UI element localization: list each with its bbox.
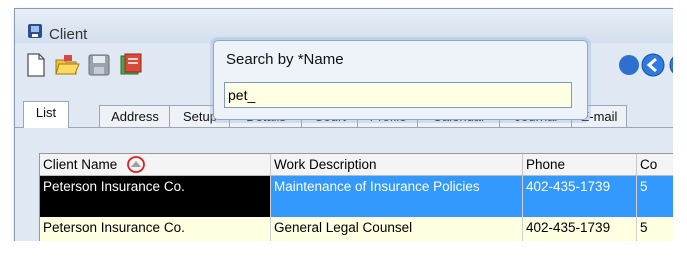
client-grid: Client Name Work Description Phone Co Pe… [39,153,677,245]
window-title: Client [49,26,88,43]
column-header-work-description[interactable]: Work Description [271,154,523,175]
table-row[interactable]: Peterson Insurance Co. Maintenance of In… [40,176,677,217]
cell-phone: 402-435-1739 [523,176,637,217]
cell-client-name: Peterson Insurance Co. [40,217,271,241]
grid-header: Client Name Work Description Phone Co [40,154,677,176]
tab-address[interactable]: Address [99,105,171,127]
sort-indicator-icon [127,156,145,173]
torn-edge-bottom [0,241,687,257]
cell-phone: 402-435-1739 [523,217,637,241]
new-icon[interactable] [21,51,49,79]
search-popup: Search by *Name pet_ [213,40,588,120]
cell-co: 5 [637,176,677,217]
cell-co: 5 [637,217,677,241]
table-row[interactable]: Peterson Insurance Co. General Legal Cou… [40,217,677,241]
open-folder-icon[interactable] [53,51,81,79]
column-header-client-name[interactable]: Client Name [40,154,271,175]
column-header-phone[interactable]: Phone [523,154,637,175]
app-icon [28,24,42,38]
column-header-co[interactable]: Co [637,154,677,175]
search-input[interactable]: pet_ [224,82,572,108]
tab-list[interactable]: List [23,101,69,128]
torn-edge-right [673,0,687,257]
column-header-label: Client Name [43,157,118,172]
cell-work-description: General Legal Counsel [271,217,523,241]
notes-icon[interactable] [117,51,145,79]
back-arrow-icon[interactable] [639,51,667,79]
cell-client-name: Peterson Insurance Co. [40,176,271,217]
save-icon[interactable] [85,51,113,79]
search-popup-label: Search by *Name [226,51,344,68]
title-bar: Client [15,9,677,43]
cell-work-description: Maintenance of Insurance Policies [271,176,523,217]
